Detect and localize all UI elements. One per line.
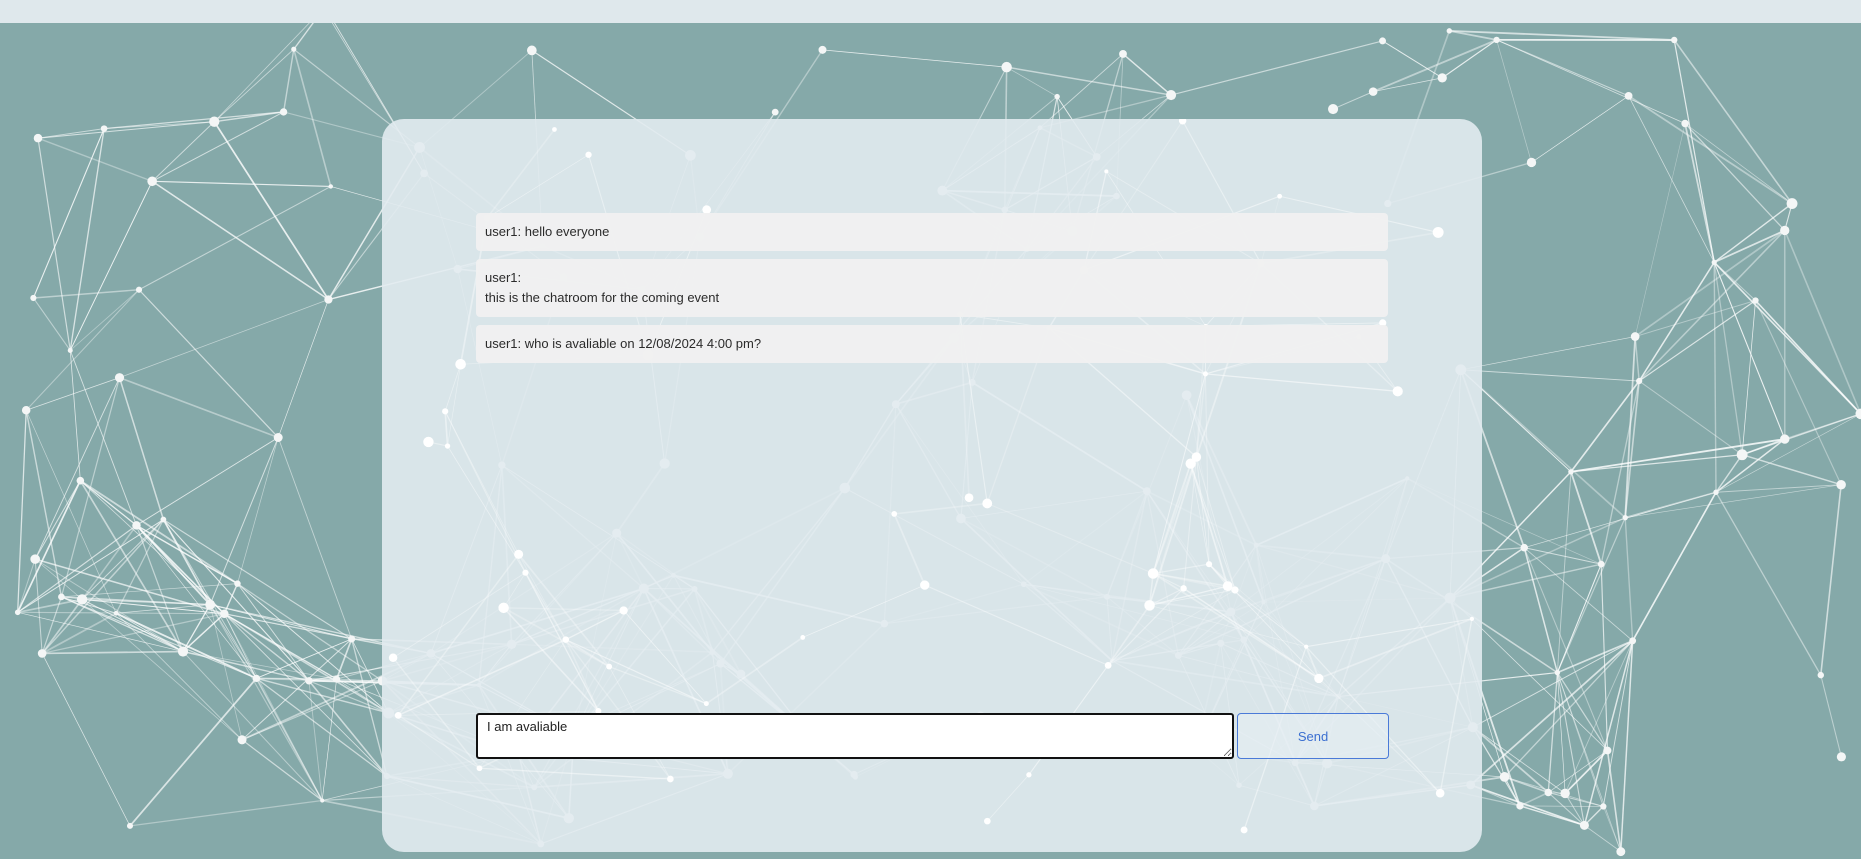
send-button[interactable]: Send — [1237, 713, 1389, 759]
top-bar — [0, 0, 1861, 23]
chat-message: user1: this is the chatroom for the comi… — [476, 259, 1388, 317]
message-input[interactable]: I am avaliable — [476, 713, 1234, 759]
message-list: user1: hello everyone user1: this is the… — [476, 213, 1388, 371]
message-composer: I am avaliable Send — [476, 713, 1390, 759]
chat-message: user1: who is avaliable on 12/08/2024 4:… — [476, 325, 1388, 363]
chat-message: user1: hello everyone — [476, 213, 1388, 251]
chat-panel: user1: hello everyone user1: this is the… — [382, 119, 1482, 852]
